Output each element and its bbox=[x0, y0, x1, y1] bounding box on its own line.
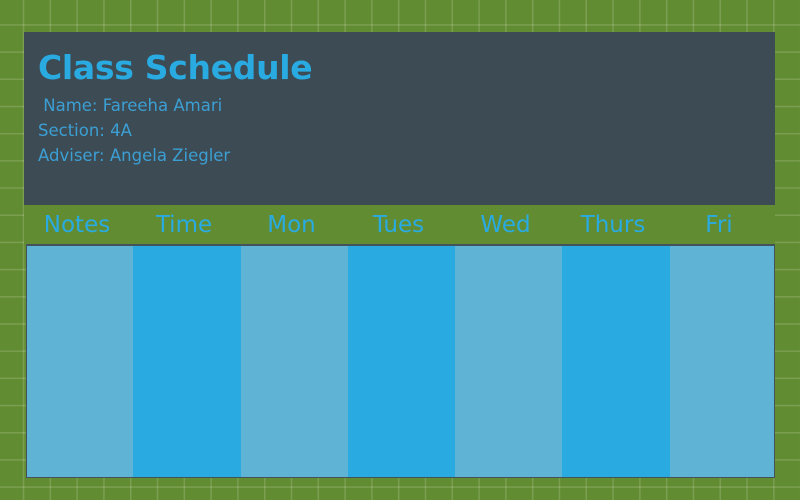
student-info-panel: Class Schedule Name: Fareeha Amari Secti… bbox=[24, 32, 775, 205]
schedule-column-fri[interactable] bbox=[670, 246, 774, 477]
schedule-grid-body bbox=[26, 244, 775, 478]
page-title: Class Schedule bbox=[38, 48, 313, 87]
schedule-column-wed[interactable] bbox=[455, 246, 562, 477]
schedule-column-header-wed[interactable]: Wed bbox=[452, 214, 559, 237]
schedule-column-header-tues[interactable]: Tues bbox=[345, 214, 452, 237]
student-section-line: Section: 4A bbox=[38, 120, 132, 140]
schedule-column-header-thurs[interactable]: Thurs bbox=[559, 214, 667, 237]
schedule-column-tues[interactable] bbox=[348, 246, 455, 477]
schedule-column-notes[interactable] bbox=[27, 246, 133, 477]
schedule-column-mon[interactable] bbox=[241, 246, 348, 477]
schedule-poster: Class Schedule Name: Fareeha Amari Secti… bbox=[0, 0, 800, 500]
schedule-column-header-fri[interactable]: Fri bbox=[667, 214, 771, 237]
student-name-line: Name: Fareeha Amari bbox=[38, 95, 223, 115]
student-adviser-line: Adviser: Angela Ziegler bbox=[38, 145, 231, 165]
schedule-column-header-time[interactable]: Time bbox=[130, 214, 238, 237]
schedule-column-header-mon[interactable]: Mon bbox=[238, 214, 345, 237]
schedule-column-header-notes[interactable]: Notes bbox=[24, 214, 130, 237]
schedule-column-time[interactable] bbox=[133, 246, 241, 477]
schedule-column-thurs[interactable] bbox=[562, 246, 670, 477]
schedule-column-header-row: Notes Time Mon Tues Wed Thurs Fri bbox=[24, 205, 775, 246]
